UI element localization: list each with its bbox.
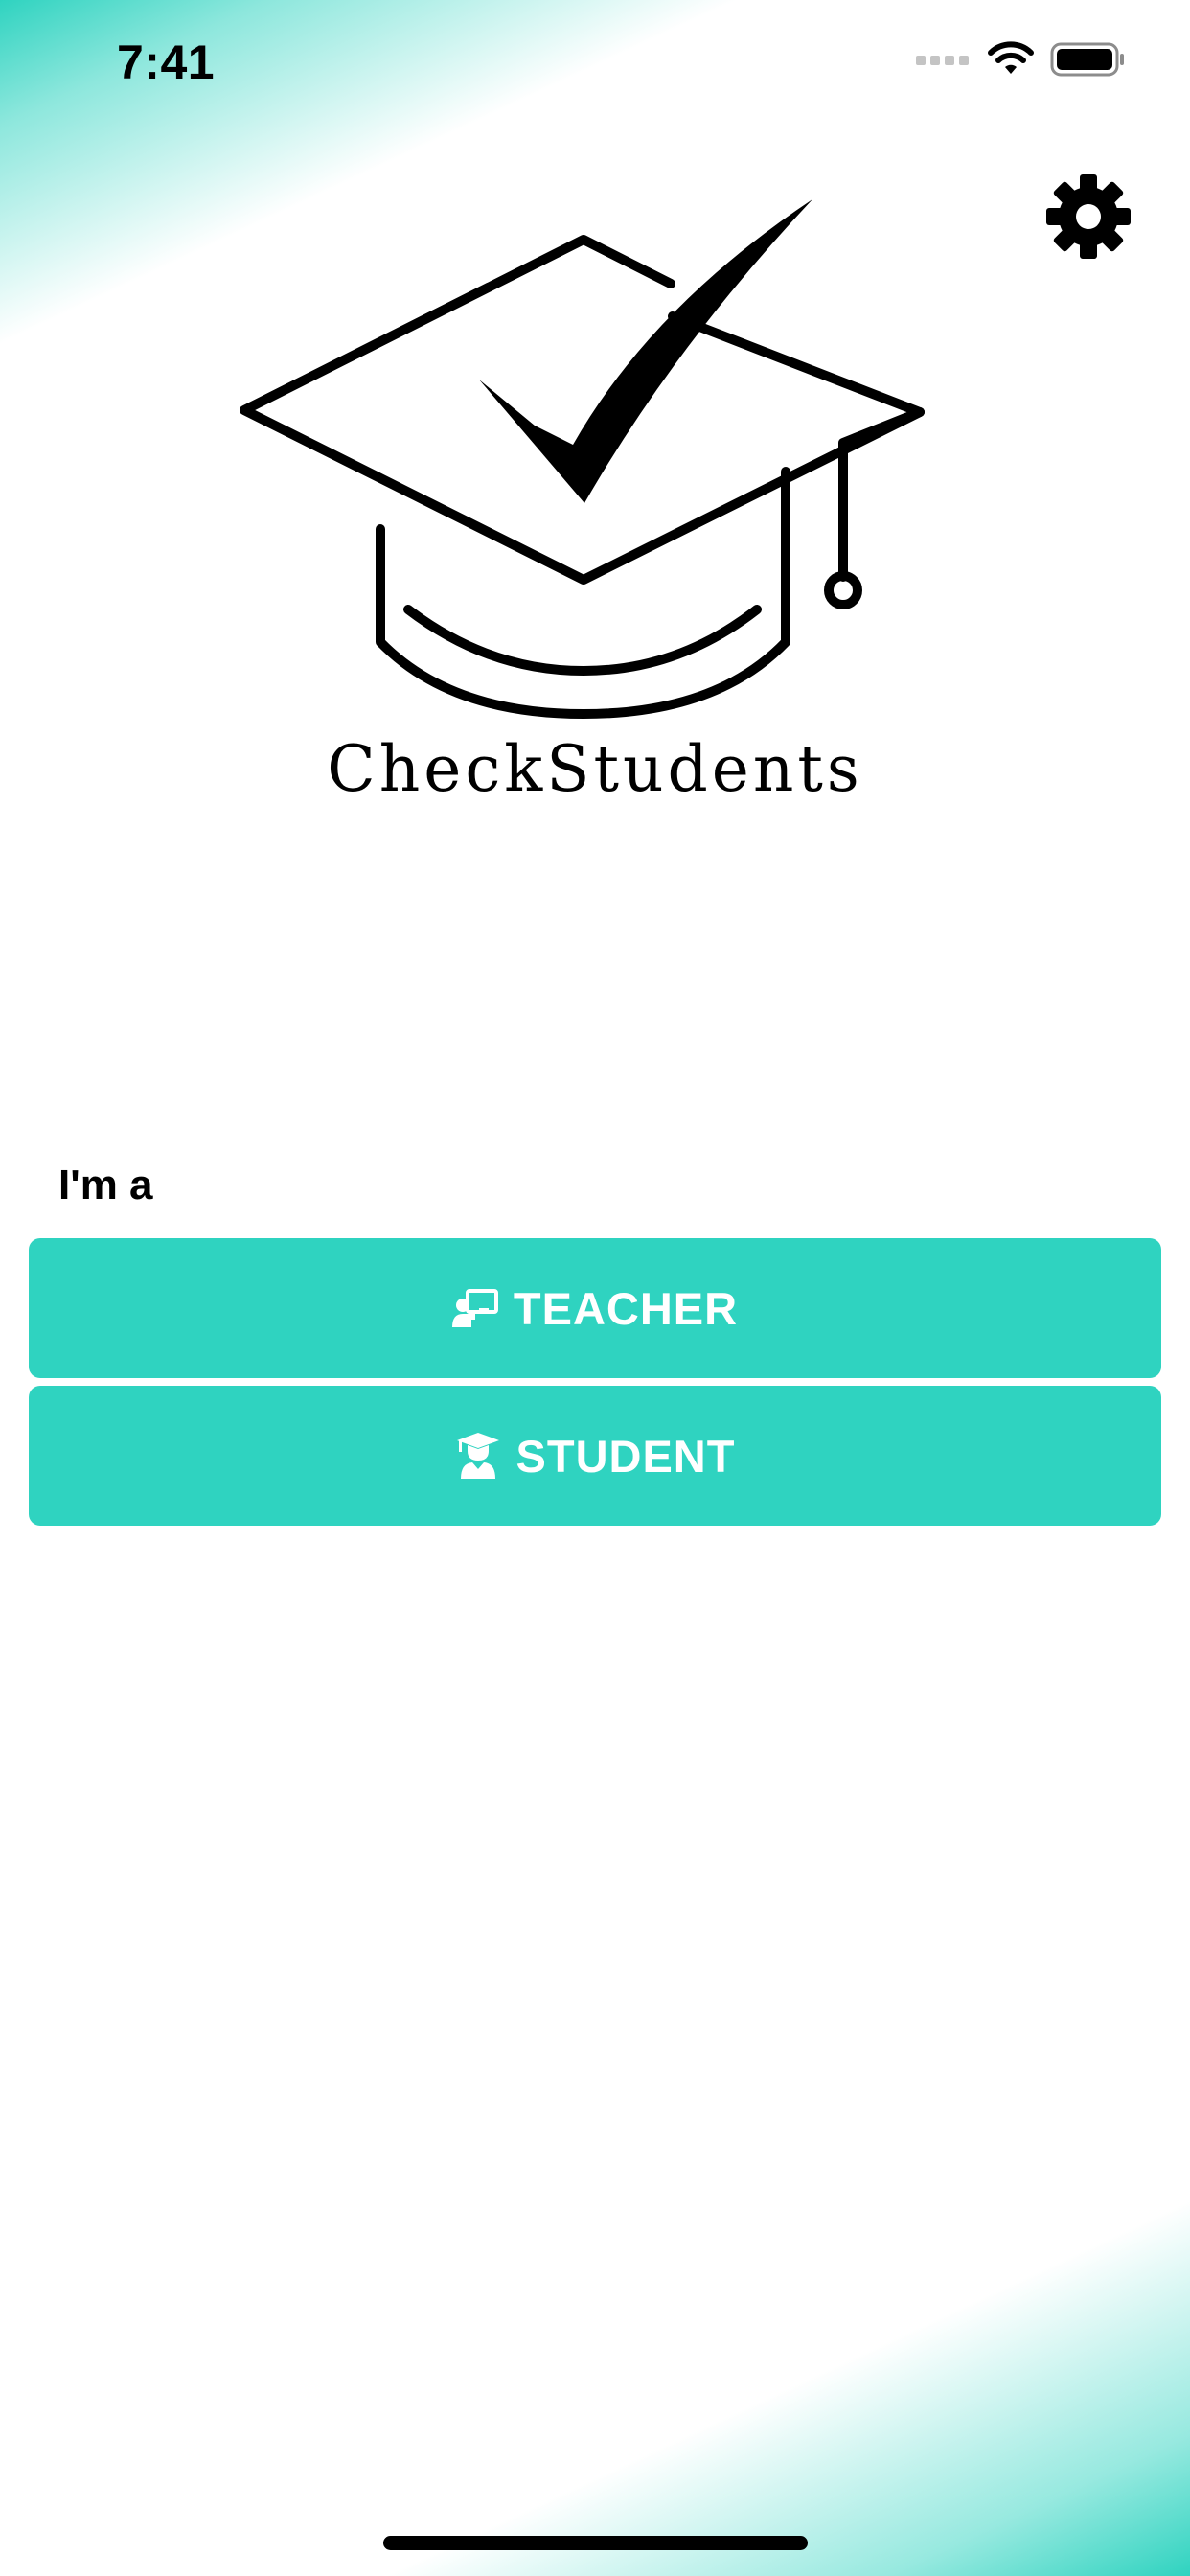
home-indicator[interactable]: [383, 2536, 808, 2550]
role-prompt-label: I'm a: [58, 1162, 153, 1208]
teacher-button[interactable]: TEACHER: [29, 1238, 1161, 1378]
teacher-presentation-icon: [451, 1285, 498, 1331]
cellular-signal-icon: [916, 52, 972, 72]
brand-name: CheckStudents: [327, 732, 863, 806]
status-icons: [916, 40, 1127, 82]
status-time: 7:41: [117, 35, 216, 89]
graduation-cap-checkmark-logo: [230, 192, 939, 728]
student-button[interactable]: STUDENT: [29, 1386, 1161, 1526]
settings-button[interactable]: [1042, 171, 1134, 263]
status-bar: 7:41: [0, 0, 1190, 134]
student-graduate-icon: [455, 1433, 501, 1479]
teacher-button-label: TEACHER: [513, 1282, 739, 1334]
student-button-label: STUDENT: [515, 1430, 736, 1482]
battery-icon: [1050, 41, 1127, 82]
gear-icon: [1042, 174, 1134, 266]
wifi-icon: [987, 40, 1035, 82]
